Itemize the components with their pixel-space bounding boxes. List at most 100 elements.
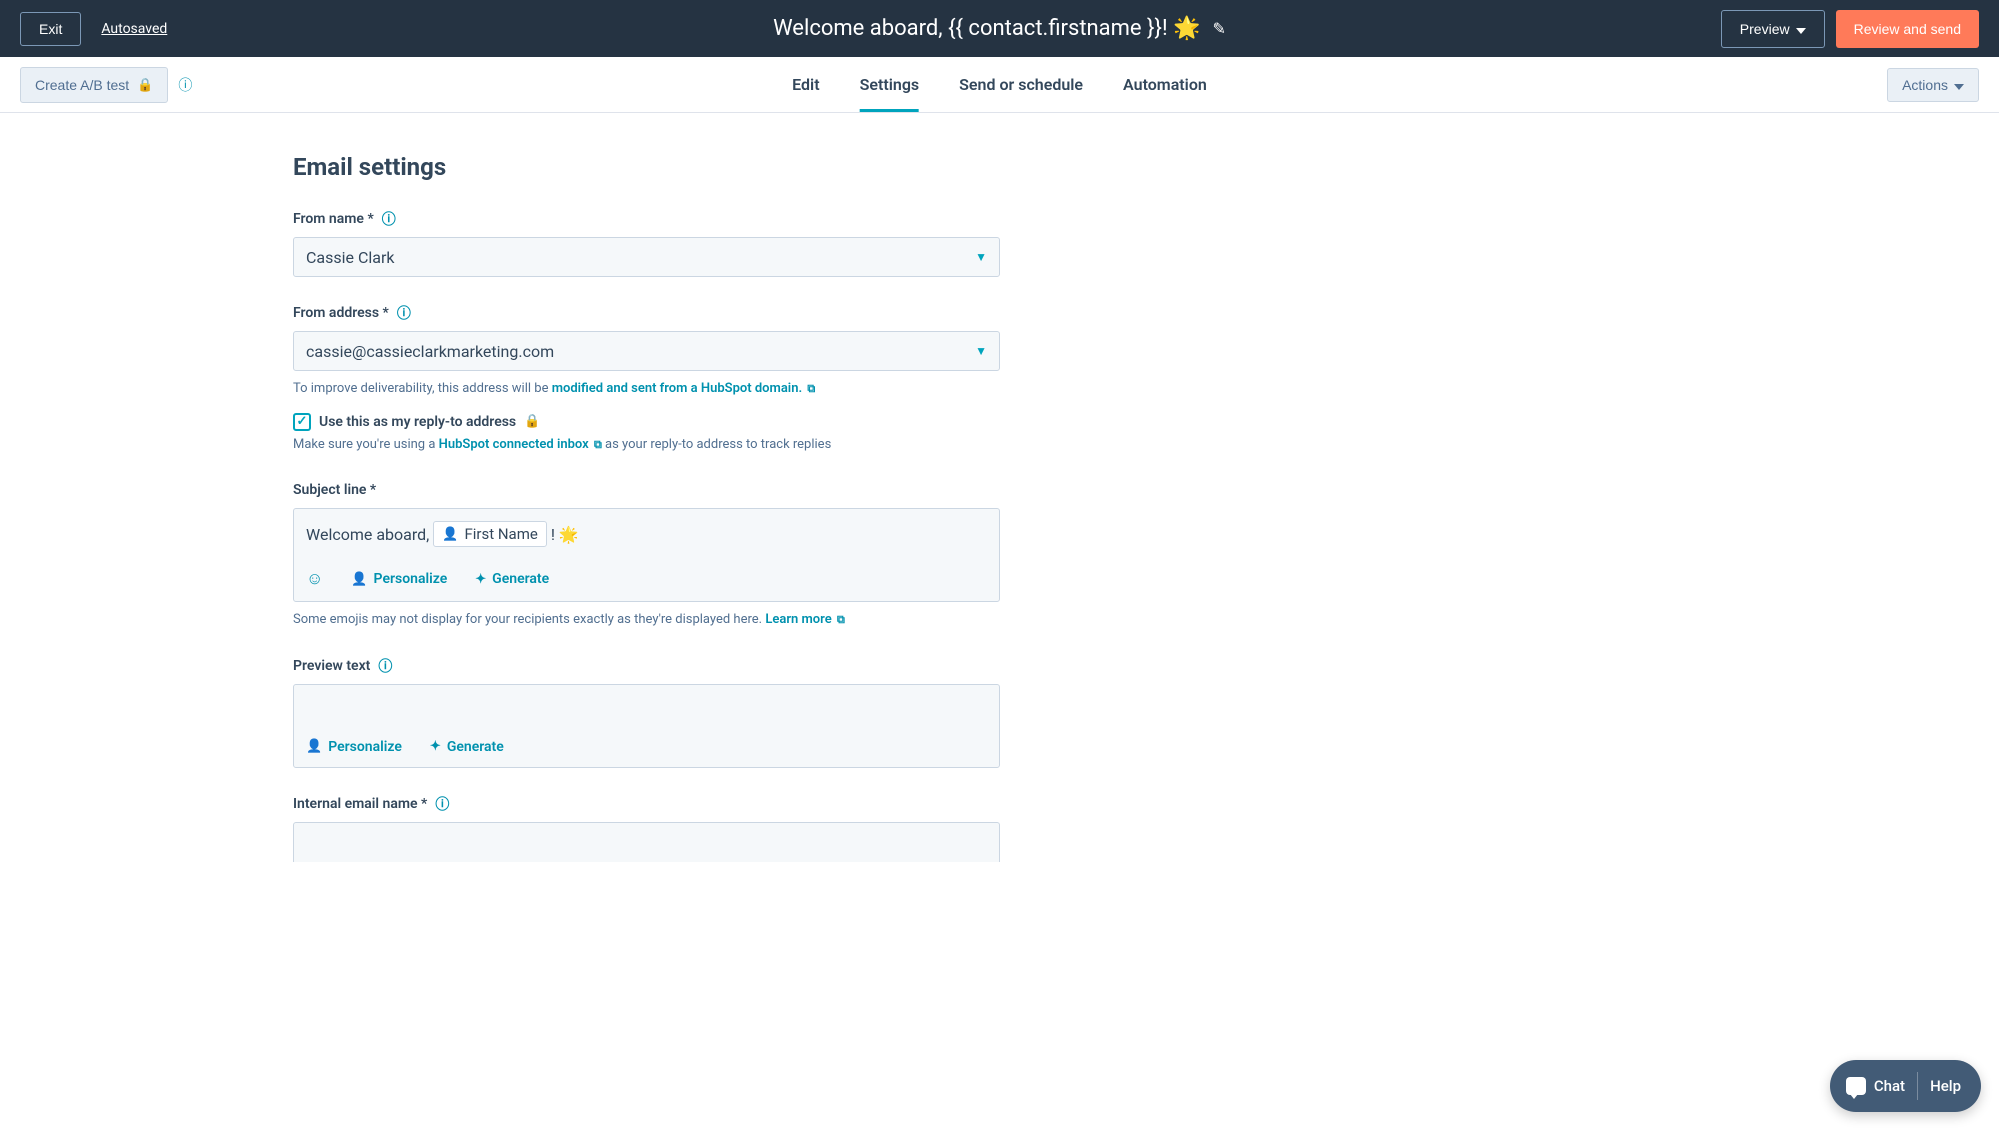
autosaved-link[interactable]: Autosaved — [101, 21, 167, 37]
from-name-label: From name * — [293, 211, 1000, 227]
personalize-label: Personalize — [328, 739, 402, 755]
preview-text-input[interactable]: 👤 Personalize ✦ Generate — [293, 684, 1000, 768]
hubspot-domain-link[interactable]: modified and sent from a HubSpot domain.… — [552, 381, 816, 396]
chat-help-widget: Chat Help — [1830, 1060, 1981, 1112]
personalize-button[interactable]: 👤 Personalize — [351, 571, 447, 587]
generate-label: Generate — [447, 739, 504, 755]
help-button[interactable]: Help — [1930, 1077, 1961, 1095]
from-address-label-text: From address * — [293, 305, 389, 321]
ab-test-label: Create A/B test — [35, 77, 129, 93]
subject-label-text: Subject line * — [293, 482, 376, 498]
from-name-group: From name * Cassie Clark ▼ — [293, 211, 1000, 277]
generate-button[interactable]: ✦ Generate — [430, 739, 504, 755]
from-address-value: cassie@cassieclarkmarketing.com — [306, 342, 554, 361]
person-icon: 👤 — [306, 739, 322, 754]
external-link-icon: ⧉ — [837, 613, 845, 626]
from-name-value: Cassie Clark — [306, 248, 395, 267]
subject-helper: Some emojis may not display for your rec… — [293, 610, 1000, 630]
help-label: Help — [1930, 1077, 1961, 1095]
personalize-label: Personalize — [374, 571, 448, 587]
caret-down-icon: ▼ — [975, 250, 987, 264]
info-icon[interactable] — [397, 306, 411, 320]
chat-label: Chat — [1874, 1077, 1905, 1095]
lock-icon: 🔒 — [137, 77, 153, 93]
actions-label: Actions — [1902, 77, 1948, 93]
subject-line-group: Subject line * Welcome aboard, 👤 First N… — [293, 482, 1000, 630]
sparkle-icon: ✦ — [430, 739, 441, 754]
sub-header: Create A/B test 🔒 Edit Settings Send or … — [0, 57, 1999, 113]
helper-post: as your reply-to address to track replie… — [605, 437, 831, 452]
from-address-label: From address * — [293, 305, 1000, 321]
reply-to-label: Use this as my reply-to address 🔒 — [319, 414, 540, 430]
preview-actions: 👤 Personalize ✦ Generate — [306, 739, 987, 755]
chevron-down-icon — [1796, 21, 1806, 37]
actions-button[interactable]: Actions — [1887, 68, 1979, 102]
tab-settings[interactable]: Settings — [860, 57, 920, 112]
preview-label: Preview — [1740, 21, 1790, 37]
emoji-picker-button[interactable]: ☺ — [306, 569, 323, 589]
exit-button[interactable]: Exit — [20, 12, 81, 46]
main-content: Email settings From name * Cassie Clark … — [293, 113, 1000, 922]
reply-to-label-text: Use this as my reply-to address — [319, 414, 516, 430]
from-address-group: From address * cassie@cassieclarkmarketi… — [293, 305, 1000, 454]
subject-text-before: Welcome aboard, — [306, 525, 429, 544]
lock-icon: 🔒 — [524, 414, 540, 429]
tab-edit[interactable]: Edit — [792, 57, 819, 112]
token-label: First Name — [464, 525, 537, 543]
subject-text-after: ! 🌟 — [551, 525, 579, 544]
person-icon: 👤 — [351, 572, 367, 587]
info-icon[interactable] — [178, 78, 192, 92]
tab-send-schedule[interactable]: Send or schedule — [959, 57, 1083, 112]
info-icon[interactable] — [382, 212, 396, 226]
link-text: Learn more — [765, 612, 831, 627]
subject-actions: ☺ 👤 Personalize ✦ Generate — [306, 569, 987, 589]
personalization-token[interactable]: 👤 First Name — [433, 521, 547, 547]
reply-to-checkbox-row: ✓ Use this as my reply-to address 🔒 — [293, 413, 1000, 431]
subject-line-label: Subject line * — [293, 482, 1000, 498]
review-send-button[interactable]: Review and send — [1836, 10, 1979, 48]
learn-more-link[interactable]: Learn more ⧉ — [765, 612, 844, 627]
internal-name-label-text: Internal email name * — [293, 796, 427, 812]
generate-label: Generate — [492, 571, 549, 587]
subject-line-input[interactable]: Welcome aboard, 👤 First Name ! 🌟 ☺ 👤 Per… — [293, 508, 1000, 602]
generate-button[interactable]: ✦ Generate — [475, 571, 549, 587]
create-ab-test-button[interactable]: Create A/B test 🔒 — [20, 67, 168, 103]
connected-inbox-link[interactable]: HubSpot connected inbox ⧉ — [439, 437, 605, 452]
preview-text-content — [306, 697, 987, 721]
divider — [1917, 1072, 1918, 1100]
page-heading: Email settings — [293, 153, 1000, 181]
person-icon: 👤 — [442, 527, 458, 542]
chat-button[interactable]: Chat — [1846, 1077, 1905, 1095]
from-name-select[interactable]: Cassie Clark ▼ — [293, 237, 1000, 277]
from-address-select[interactable]: cassie@cassieclarkmarketing.com ▼ — [293, 331, 1000, 371]
pencil-icon[interactable]: ✎ — [1212, 19, 1225, 38]
page-title-text: Welcome aboard, {{ contact.firstname }}!… — [773, 16, 1200, 41]
helper-pre: To improve deliverability, this address … — [293, 381, 552, 396]
external-link-icon: ⧉ — [594, 438, 602, 451]
internal-name-input[interactable] — [293, 822, 1000, 862]
info-icon[interactable] — [378, 659, 392, 673]
helper-pre: Make sure you're using a — [293, 437, 439, 452]
header-left: Exit Autosaved — [20, 12, 167, 46]
subject-content: Welcome aboard, 👤 First Name ! 🌟 — [306, 521, 987, 547]
chat-bubble-icon — [1846, 1077, 1866, 1095]
tab-automation[interactable]: Automation — [1123, 57, 1207, 112]
header-title-area: Welcome aboard, {{ contact.firstname }}!… — [773, 16, 1226, 41]
internal-name-group: Internal email name * — [293, 796, 1000, 862]
chevron-down-icon — [1954, 77, 1964, 93]
header-right: Preview Review and send — [1721, 10, 1979, 48]
from-address-helper: To improve deliverability, this address … — [293, 379, 1000, 399]
internal-name-label: Internal email name * — [293, 796, 1000, 812]
preview-text-group: Preview text 👤 Personalize ✦ Generate — [293, 658, 1000, 768]
sparkle-icon: ✦ — [475, 572, 486, 587]
preview-text-label-text: Preview text — [293, 658, 370, 674]
helper-pre: Some emojis may not display for your rec… — [293, 612, 765, 627]
reply-to-checkbox[interactable]: ✓ — [293, 413, 311, 431]
app-header: Exit Autosaved Welcome aboard, {{ contac… — [0, 0, 1999, 57]
tabs: Edit Settings Send or schedule Automatio… — [792, 57, 1207, 112]
personalize-button[interactable]: 👤 Personalize — [306, 739, 402, 755]
preview-text-label: Preview text — [293, 658, 1000, 674]
reply-to-helper: Make sure you're using a HubSpot connect… — [293, 435, 1000, 455]
info-icon[interactable] — [435, 797, 449, 811]
preview-button[interactable]: Preview — [1721, 10, 1825, 48]
